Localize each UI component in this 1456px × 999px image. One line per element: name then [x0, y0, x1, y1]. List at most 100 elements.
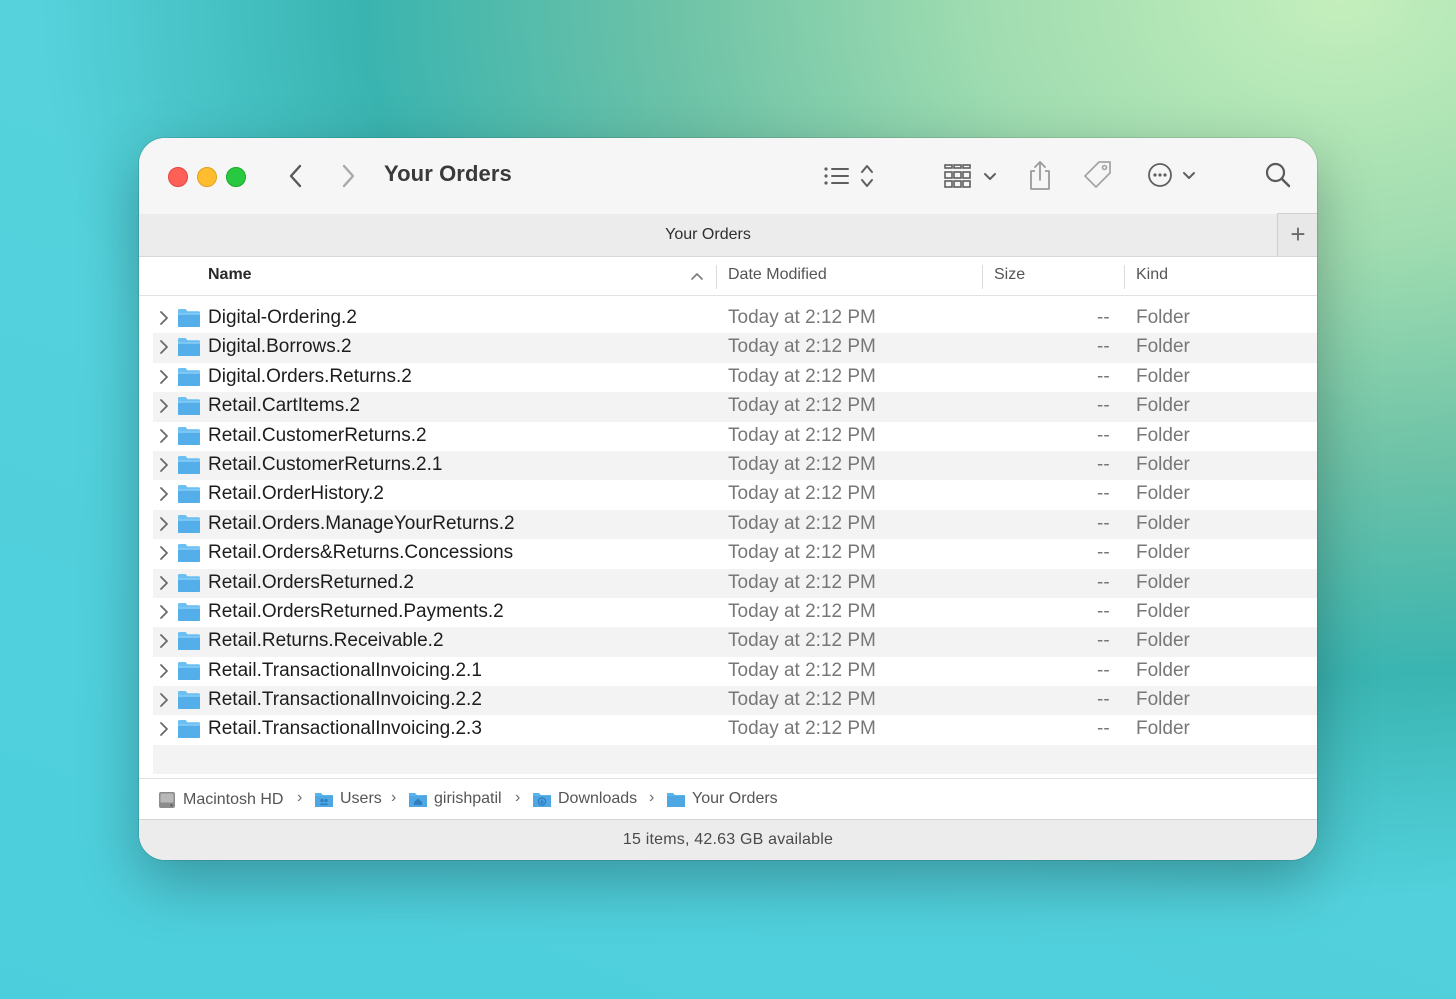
sort-ascending-icon[interactable] — [689, 268, 705, 284]
group-button[interactable] — [943, 162, 999, 190]
file-size: -- — [1097, 571, 1110, 593]
path-item-downloads[interactable]: Downloads — [532, 790, 637, 808]
search-icon — [1265, 162, 1291, 188]
file-size: -- — [1097, 307, 1110, 328]
tag-button[interactable] — [1081, 158, 1115, 192]
file-row[interactable]: Retail.OrdersReturned.Payments.2 Today at… — [153, 598, 1317, 627]
file-kind: Folder — [1136, 600, 1190, 622]
file-row[interactable]: Retail.Orders&Returns.Concessions Today a… — [153, 539, 1317, 568]
column-separator[interactable] — [982, 265, 983, 289]
list-empty-row — [153, 745, 1317, 774]
file-row[interactable]: Retail.CustomerReturns.2.1 Today at 2:12 … — [153, 450, 1317, 481]
file-size: -- — [1097, 424, 1110, 446]
file-row[interactable]: Retail.Orders.ManageYourReturns.2 Today a… — [153, 509, 1317, 540]
list-view-icon — [824, 165, 873, 187]
path-item-girishpatil[interactable]: girishpatil — [408, 790, 502, 808]
folder-icon — [177, 573, 201, 599]
folder-icon — [177, 396, 201, 422]
file-name: Retail.OrderHistory.2 — [208, 483, 384, 505]
file-row[interactable]: Retail.TransactionalInvoicing.2.3 Today a… — [153, 715, 1317, 744]
file-row[interactable]: Digital.Borrows.2 Today at 2:12 PM -- Folde… — [153, 333, 1317, 363]
file-kind: Folder — [1136, 542, 1190, 564]
file-size: -- — [1097, 542, 1110, 564]
file-row[interactable]: Retail.TransactionalInvoicing.2.2 Today a… — [153, 686, 1317, 716]
disclosure-triangle-icon[interactable] — [159, 398, 169, 420]
column-header-name[interactable]: Name — [208, 266, 252, 284]
file-kind: Folder — [1136, 718, 1190, 740]
disclosure-triangle-icon[interactable] — [159, 369, 169, 391]
chevron-right-icon: › — [297, 789, 303, 806]
file-name: Retail.Orders&Returns.Concessions — [208, 542, 514, 564]
file-name: Retail.CustomerReturns.2.1 — [208, 453, 443, 475]
file-size: -- — [1097, 512, 1110, 534]
folder-icon — [177, 308, 201, 334]
file-row[interactable]: Retail.OrderHistory.2 Today at 2:12 PM -- F… — [153, 480, 1317, 509]
disclosure-triangle-icon[interactable] — [159, 486, 169, 508]
path-item-macintosh-hd[interactable]: Macintosh HD — [157, 790, 283, 810]
new-tab-button[interactable]: + — [1277, 213, 1317, 256]
file-row[interactable]: Retail.CartItems.2 Today at 2:12 PM -- Fold… — [153, 392, 1317, 422]
disclosure-triangle-icon[interactable] — [159, 545, 169, 567]
folder-icon — [177, 455, 201, 481]
file-name: Retail.CartItems.2 — [208, 395, 361, 417]
downloads-folder-icon — [533, 793, 551, 807]
disclosure-triangle-icon[interactable] — [159, 633, 169, 655]
file-date-modified: Today at 2:12 PM — [728, 424, 876, 446]
view-options-button[interactable] — [821, 162, 881, 190]
file-kind: Folder — [1136, 659, 1190, 681]
more-actions-button[interactable] — [1145, 160, 1201, 190]
file-row[interactable]: Retail.TransactionalInvoicing.2.1 Today a… — [153, 657, 1317, 686]
minimize-button[interactable] — [197, 167, 217, 187]
forward-button[interactable] — [334, 162, 362, 190]
file-size: -- — [1097, 365, 1110, 387]
file-size: -- — [1097, 483, 1110, 505]
close-button[interactable] — [168, 167, 188, 187]
file-row[interactable]: Retail.CustomerReturns.2 Today at 2:12 PM… — [153, 422, 1317, 451]
share-button[interactable] — [1025, 158, 1055, 192]
column-header-size[interactable]: Size — [994, 266, 1025, 284]
window-title: Your Orders — [384, 161, 512, 186]
file-date-modified: Today at 2:12 PM — [728, 571, 876, 593]
file-kind: Folder — [1136, 365, 1190, 387]
file-row[interactable]: Retail.OrdersReturned.2 Today at 2:12 PM -… — [153, 568, 1317, 599]
tab-your-orders[interactable]: Your Orders — [139, 226, 1277, 244]
disclosure-triangle-icon[interactable] — [159, 692, 169, 714]
file-row[interactable]: Digital.Orders.Returns.2 Today at 2:12 PM… — [153, 363, 1317, 392]
search-button[interactable] — [1263, 160, 1293, 190]
file-size: -- — [1097, 336, 1110, 358]
folder-icon — [177, 661, 201, 687]
disclosure-triangle-icon[interactable] — [159, 339, 169, 361]
path-item-users[interactable]: Users — [314, 790, 382, 808]
disclosure-triangle-icon[interactable] — [159, 604, 169, 626]
file-name: Digital.Borrows.2 — [208, 336, 352, 358]
column-separator[interactable] — [1124, 265, 1125, 289]
file-row[interactable]: Digital-Ordering.2 Today at 2:12 PM -- Fold… — [153, 304, 1317, 333]
file-row[interactable]: Retail.Returns.Receivable.2 Today at 2:12… — [153, 627, 1317, 657]
file-name: Retail.TransactionalInvoicing.2.3 — [208, 718, 482, 740]
chevron-left-icon — [289, 164, 302, 188]
path-item-your-orders[interactable]: Your Orders — [666, 790, 778, 808]
file-size: -- — [1097, 718, 1110, 740]
disclosure-triangle-icon[interactable] — [159, 310, 169, 332]
path-label: Downloads — [558, 790, 638, 807]
disclosure-triangle-icon[interactable] — [159, 457, 169, 479]
folder-icon — [177, 690, 201, 716]
tag-icon — [1084, 161, 1111, 188]
finder-window: Your Orders Your Orders + Name Date Modi… — [139, 138, 1317, 860]
file-date-modified: Today at 2:12 PM — [728, 600, 876, 622]
file-size: -- — [1097, 630, 1110, 652]
column-separator[interactable] — [716, 265, 717, 289]
file-kind: Folder — [1136, 395, 1190, 417]
disclosure-triangle-icon[interactable] — [159, 721, 169, 743]
zoom-button[interactable] — [226, 167, 246, 187]
back-button[interactable] — [282, 162, 310, 190]
column-header-kind[interactable]: Kind — [1136, 266, 1168, 284]
file-date-modified: Today at 2:12 PM — [728, 453, 876, 475]
path-label: Macintosh HD — [183, 791, 284, 808]
disclosure-triangle-icon[interactable] — [159, 428, 169, 450]
disclosure-triangle-icon[interactable] — [159, 663, 169, 685]
column-header-date-modified[interactable]: Date Modified — [728, 266, 827, 284]
disclosure-triangle-icon[interactable] — [159, 575, 169, 597]
disclosure-triangle-icon[interactable] — [159, 516, 169, 538]
path-bar: Macintosh HD › Users › girishpatil › Dow… — [139, 778, 1317, 819]
